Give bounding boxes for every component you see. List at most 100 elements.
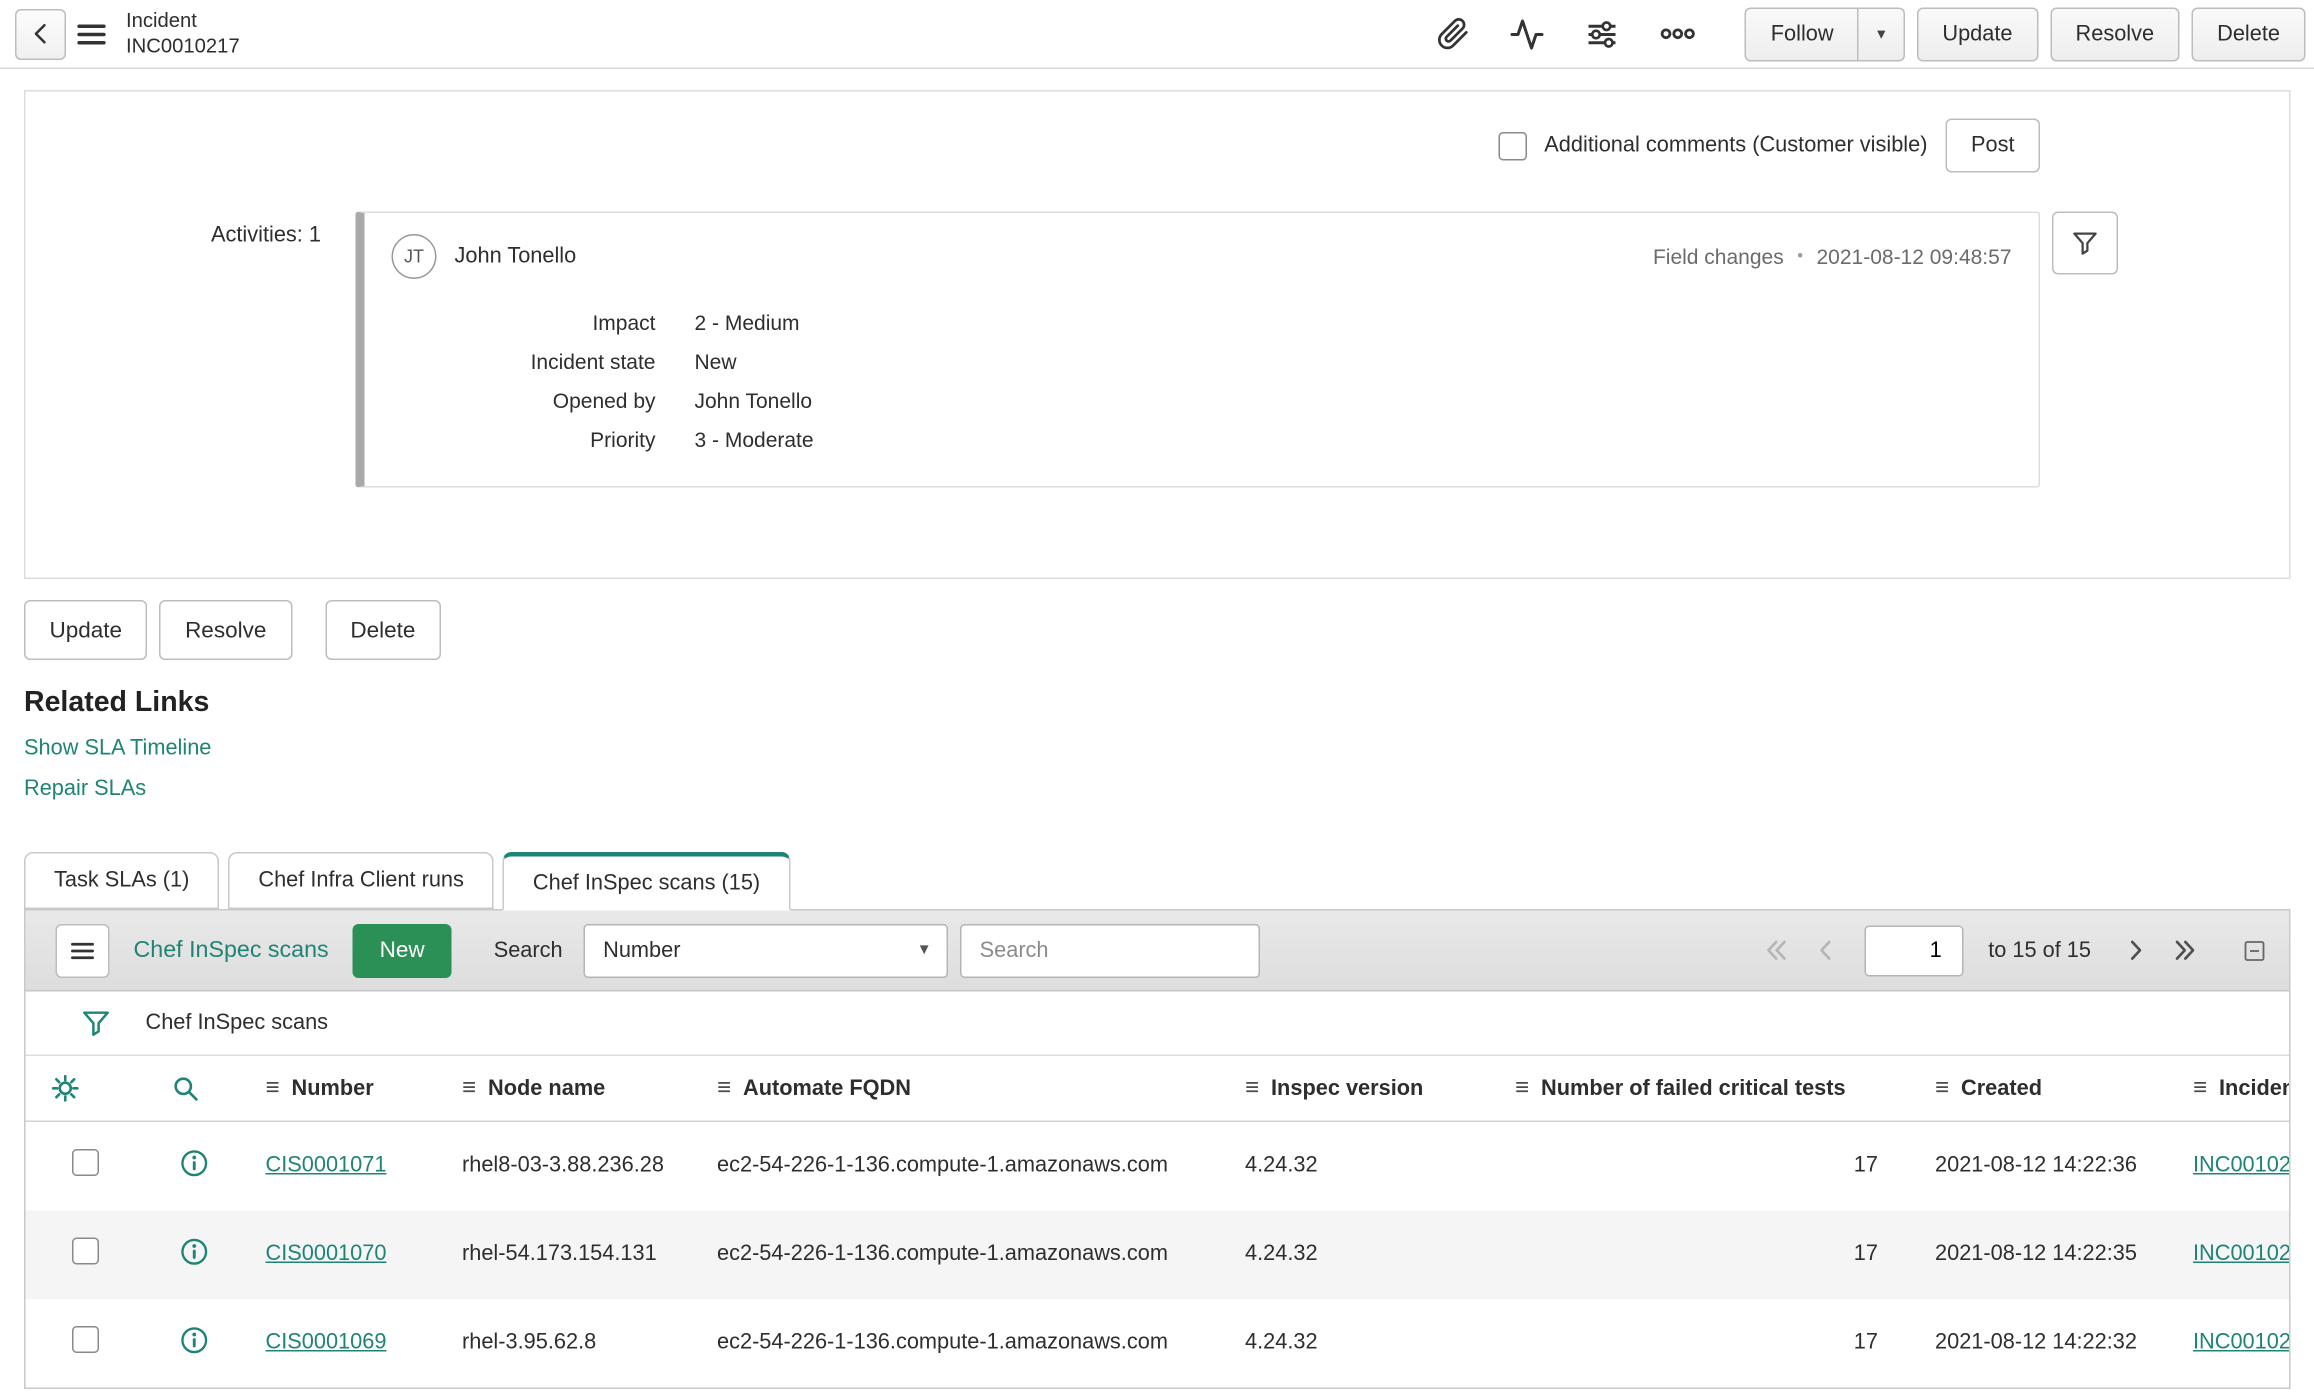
search-input[interactable]	[960, 923, 1261, 978]
incident-page: Incident INC0010217 Follow ▾ Update Reso…	[0, 0, 2314, 1396]
failed-tests-cell: 17	[1853, 1330, 1878, 1355]
field-label: Impact	[592, 310, 656, 335]
record-number: INC0010217	[126, 33, 240, 57]
column-header-incident[interactable]: ≡Incident	[2169, 1054, 2289, 1122]
node-name-cell: rhel-3.95.62.8	[462, 1330, 597, 1355]
related-links: Related Links Show SLA Timeline Repair S…	[0, 660, 2314, 801]
scan-number-link[interactable]: CIS0001071	[266, 1154, 387, 1178]
activities-count: Activities: 1	[210, 223, 321, 248]
filter-funnel-icon[interactable]	[80, 1007, 113, 1040]
search-row-header[interactable]	[145, 1054, 242, 1122]
avatar: JT	[391, 234, 437, 279]
field-change-row: Incident state New	[392, 342, 2012, 381]
automate-fqdn-cell: ec2-54-226-1-136.compute-1.amazonaws.com	[717, 1153, 1168, 1178]
update-button[interactable]: Update	[1916, 6, 2039, 61]
first-page-button[interactable]	[1757, 930, 1798, 971]
gear-icon	[50, 1073, 122, 1105]
settings-sliders-icon[interactable]	[1576, 7, 1630, 61]
related-links-title: Related Links	[24, 687, 210, 719]
more-options-icon[interactable]	[1651, 6, 1707, 62]
field-change-row: Impact 2 - Medium	[392, 303, 2012, 342]
inspec-version-cell: 4.24.32	[1221, 1209, 1491, 1299]
activity-field-changes: Impact 2 - Medium Incident state New Ope…	[392, 303, 2012, 459]
list-pagination: to 15 of 15	[1757, 924, 2274, 976]
automate-fqdn-cell: ec2-54-226-1-136.compute-1.amazonaws.com	[693, 1209, 1221, 1299]
collapse-list-button[interactable]	[2235, 931, 2274, 970]
meta-separator-dot: •	[1797, 247, 1803, 266]
page-input[interactable]	[1865, 924, 1965, 976]
tab-task-slas[interactable]: Task SLAs (1)	[24, 852, 220, 909]
row-checkbox[interactable]	[72, 1237, 99, 1265]
scan-number-link[interactable]: CIS0001070	[266, 1242, 387, 1266]
column-menu-icon: ≡	[1245, 1074, 1260, 1101]
last-page-button[interactable]	[2165, 930, 2206, 971]
created-cell: 2021-08-12 14:22:32	[1935, 1330, 2137, 1355]
column-header-number[interactable]: ≡ Number	[241, 1054, 438, 1122]
caret-down-icon: ▾	[1877, 25, 1886, 44]
header-icon-group	[1427, 6, 1706, 62]
inspec-version-cell: 4.24.32	[1245, 1330, 1318, 1355]
field-value: 2 - Medium	[694, 310, 800, 335]
resolve-button-bottom[interactable]: Resolve	[159, 600, 292, 660]
scan-number-link[interactable]: CIS0001069	[266, 1331, 387, 1355]
incident-link[interactable]: INC0010217	[2193, 1331, 2289, 1355]
incident-link[interactable]: INC0010217	[2193, 1154, 2289, 1178]
column-header-automate-fqdn[interactable]: ≡ Automate FQDN	[693, 1054, 1221, 1122]
delete-button-bottom[interactable]: Delete	[324, 600, 441, 660]
search-icon	[170, 1073, 218, 1105]
list-breadcrumb[interactable]: Chef InSpec scans	[146, 1011, 329, 1035]
info-icon[interactable]	[178, 1235, 210, 1267]
activity-filter-button[interactable]	[2052, 211, 2118, 275]
info-icon[interactable]	[178, 1147, 210, 1179]
related-list-tabs: Task SLAs (1) Chef Infra Client runs Che…	[0, 852, 2314, 911]
list-toolbar: Chef InSpec scans New Search Number ▼ Se…	[25, 910, 2289, 992]
attachment-icon[interactable]	[1427, 8, 1480, 61]
search-label: Search	[493, 938, 563, 963]
field-label: Opened by	[552, 388, 656, 413]
column-menu-icon: ≡	[462, 1074, 477, 1101]
follow-dropdown-button[interactable]: ▾	[1859, 6, 1905, 61]
node-name-cell: rhel-54.173.154.131	[438, 1209, 693, 1299]
tab-chef-infra-client-runs[interactable]: Chef Infra Client runs	[228, 852, 494, 909]
field-value: 3 - Moderate	[694, 427, 814, 452]
context-menu-icon[interactable]	[66, 8, 117, 59]
hamburger-icon	[69, 937, 96, 964]
funnel-icon	[2070, 228, 2100, 258]
column-menu-icon: ≡	[717, 1074, 732, 1101]
chef-inspec-scans-list: Chef InSpec scans New Search Number ▼ Se…	[24, 909, 2291, 1389]
update-button-bottom[interactable]: Update	[24, 600, 148, 660]
delete-button[interactable]: Delete	[2191, 6, 2306, 61]
column-header-inspec-version[interactable]: ≡ Inspec version	[1221, 1054, 1491, 1122]
search-field-select[interactable]: Number ▼	[583, 923, 949, 978]
column-menu-icon: ≡	[265, 1074, 280, 1101]
activity-author: John Tonello	[454, 244, 577, 269]
incident-link[interactable]: INC0010217	[2193, 1242, 2289, 1266]
table-row: CIS0001069 rhel-3.95.62.8 ec2-54-226-1-1…	[26, 1298, 2289, 1387]
activity-rail	[2040, 211, 2289, 275]
tab-chef-inspec-scans[interactable]: Chef InSpec scans (15)	[502, 852, 791, 911]
previous-page-button[interactable]	[1807, 930, 1848, 971]
inspec-version-cell: 4.24.32	[1245, 1153, 1318, 1178]
list-menu-button[interactable]	[55, 923, 110, 978]
show-sla-timeline-link[interactable]: Show SLA Timeline	[24, 737, 2291, 761]
column-header-node-name[interactable]: ≡ Node name	[438, 1054, 693, 1122]
new-button[interactable]: New	[352, 923, 452, 978]
customer-visible-checkbox[interactable]	[1497, 131, 1527, 160]
back-button[interactable]	[15, 8, 66, 60]
column-header-created[interactable]: ≡ Created	[1911, 1054, 2169, 1122]
activity-entry-header: JT John Tonello Field changes • 2021-08-…	[391, 234, 2012, 279]
activity-stream-icon[interactable]	[1501, 7, 1555, 61]
table-row: CIS0001071 rhel8-03-3.88.236.28 ec2-54-2…	[26, 1121, 2289, 1210]
field-value: New	[694, 349, 737, 374]
post-button[interactable]: Post	[1945, 118, 2040, 173]
info-icon[interactable]	[178, 1324, 210, 1356]
column-header-failed-critical-tests[interactable]: ≡ Number of failed critical tests	[1491, 1054, 1911, 1122]
row-checkbox[interactable]	[72, 1326, 99, 1353]
follow-split-button: Follow ▾	[1745, 6, 1905, 61]
resolve-button[interactable]: Resolve	[2050, 6, 2180, 61]
row-checkbox[interactable]	[72, 1149, 99, 1177]
list-settings-header[interactable]	[25, 1054, 146, 1122]
follow-button[interactable]: Follow	[1745, 6, 1860, 61]
next-page-button[interactable]	[2115, 930, 2156, 971]
repair-slas-link[interactable]: Repair SLAs	[24, 777, 2291, 801]
